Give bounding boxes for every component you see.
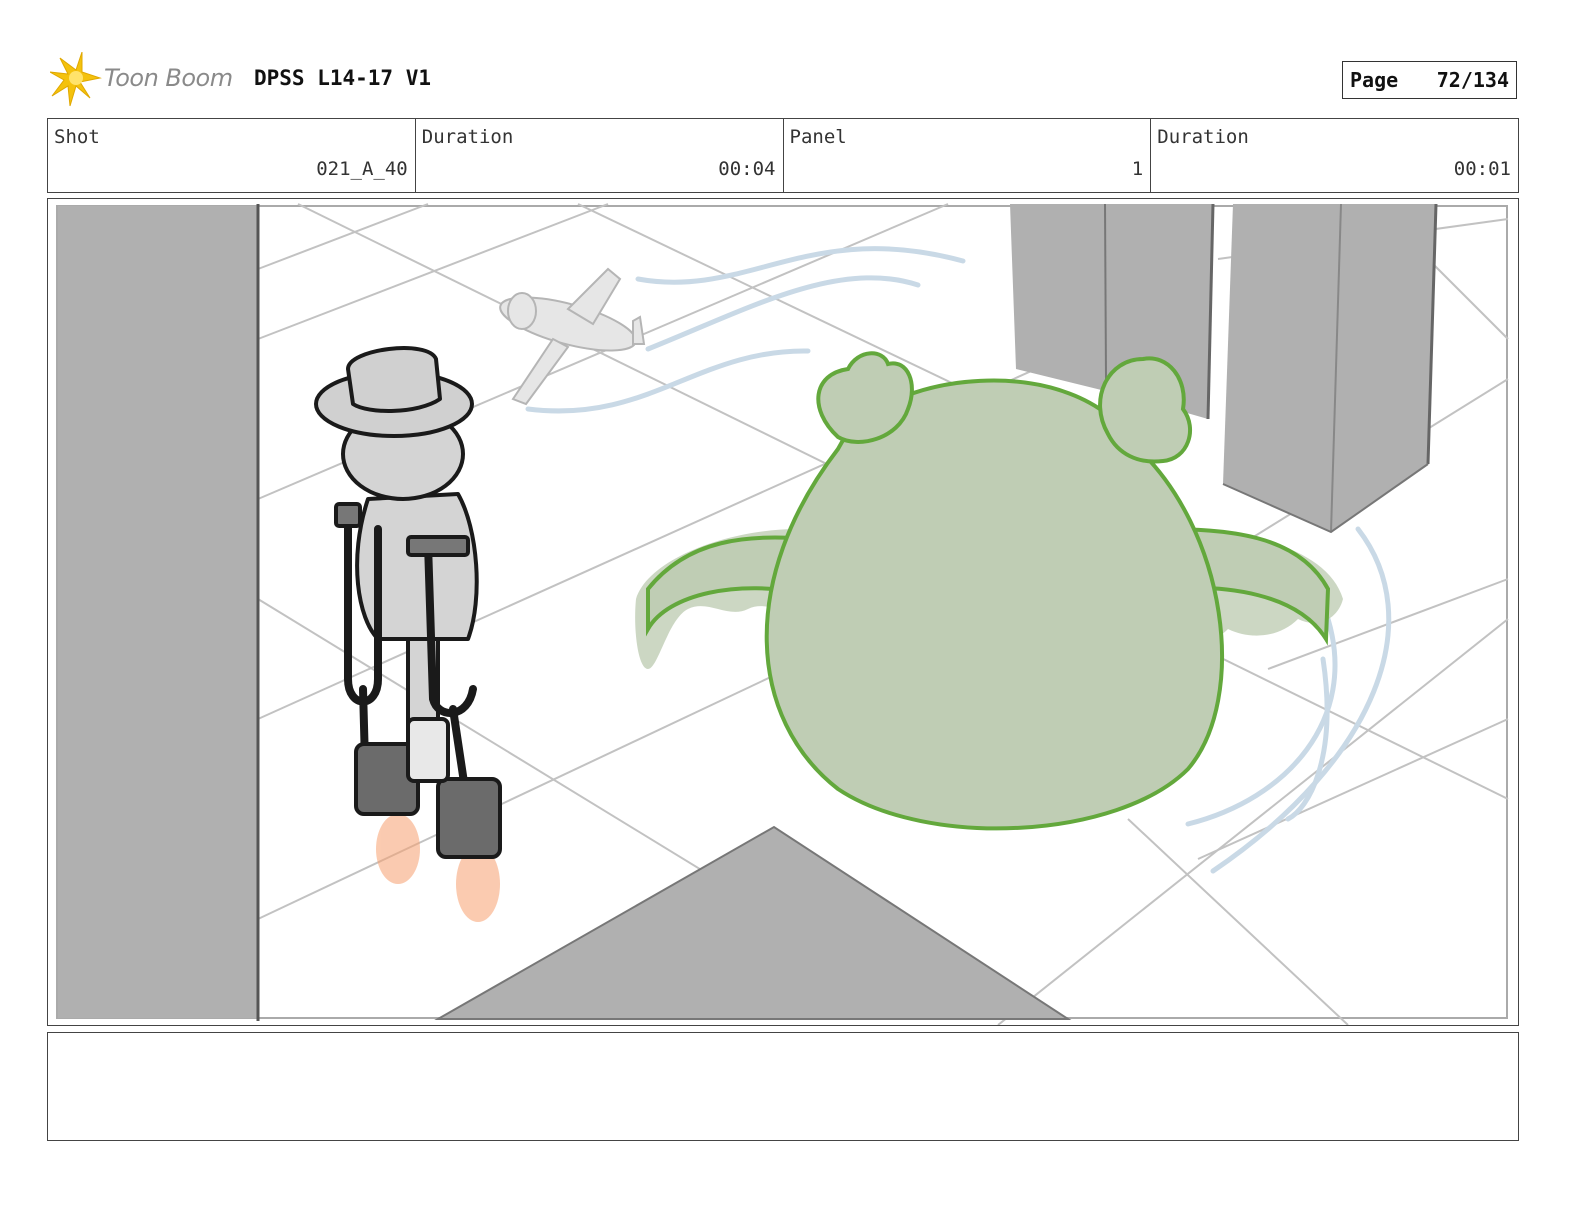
panel-value: 1 xyxy=(1131,158,1144,180)
starburst-icon xyxy=(50,52,102,107)
panel-notes xyxy=(47,1032,1519,1141)
shot-info-table: Shot 021_A_40 Duration 00:04 Panel 1 Dur… xyxy=(47,118,1519,193)
shot-duration-label: Duration xyxy=(421,126,514,148)
panel-label: Panel xyxy=(789,126,847,148)
panel-duration-cell: Duration 00:01 xyxy=(1151,119,1518,192)
panel-duration-label: Duration xyxy=(1157,126,1249,148)
toon-boom-logo: Toon Boom xyxy=(50,52,240,108)
panel-duration-value: 00:01 xyxy=(1453,158,1511,180)
logo-text: Toon Boom xyxy=(104,64,233,92)
shot-duration-cell: Duration 00:04 xyxy=(416,119,784,192)
panel-cell: Panel 1 xyxy=(784,119,1152,192)
page-indicator: Page 72/134 xyxy=(1342,61,1517,99)
page-number: 72/134 xyxy=(1436,68,1509,92)
panel-artwork xyxy=(48,199,1518,1025)
shot-duration-value: 00:04 xyxy=(718,158,776,180)
shot-value: 021_A_40 xyxy=(316,158,408,180)
shot-cell: Shot 021_A_40 xyxy=(48,119,416,192)
storyboard-panel xyxy=(47,198,1519,1026)
document-title: DPSS L14-17 V1 xyxy=(254,66,432,90)
page-label: Page xyxy=(1350,68,1399,92)
left-pillar xyxy=(58,206,258,1018)
shot-label: Shot xyxy=(54,126,100,148)
